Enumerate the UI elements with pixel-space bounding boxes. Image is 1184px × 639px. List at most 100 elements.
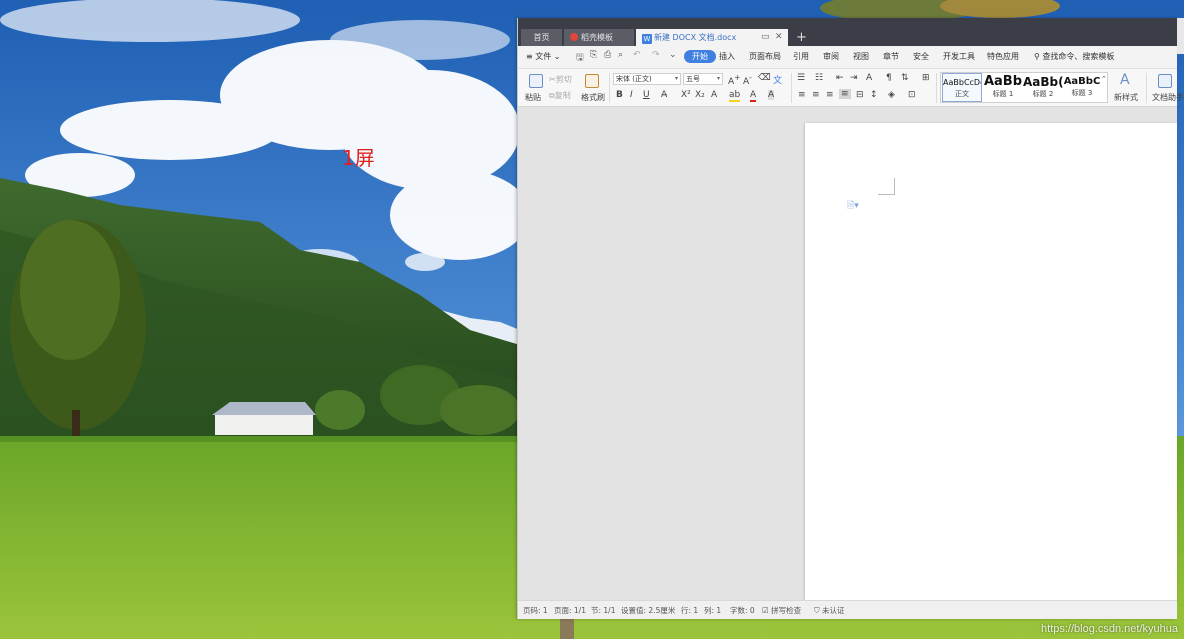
status-pages: 页面: 1/1 <box>554 606 586 615</box>
copy-label: 复制 <box>554 91 571 100</box>
auth-status[interactable]: ⛉ 未认证 <box>814 605 845 616</box>
highlight-icon[interactable]: ab <box>729 90 741 102</box>
search-command-label: 查找命令、搜索模板 <box>1042 52 1115 61</box>
tab-close-icon[interactable]: ✕ <box>775 29 783 46</box>
char-shading-icon[interactable]: A <box>768 90 775 100</box>
paste-icon[interactable] <box>529 74 543 88</box>
bullets-icon[interactable]: ☰ <box>797 73 805 83</box>
tab-document[interactable]: W 新建 DOCX 文档.docx ▭ ✕ <box>636 29 788 46</box>
shrink-font-icon[interactable]: A- <box>743 73 752 87</box>
save-icon[interactable]: 🖫 <box>576 50 584 66</box>
menu-review[interactable]: 审阅 <box>823 51 839 62</box>
numbering-icon[interactable]: ☷ <box>815 73 823 83</box>
sort-icon[interactable]: ⇅ <box>901 73 909 83</box>
new-style-button[interactable]: 新样式 <box>1114 92 1138 103</box>
preview-icon[interactable]: ⌕ <box>618 50 623 60</box>
new-tab-button[interactable]: + <box>796 29 807 46</box>
font-size-select[interactable]: 五号 ▾ <box>683 73 723 85</box>
document-page[interactable]: 🗎▾ <box>805 123 1177 600</box>
tab-restore-icon[interactable]: ▭ <box>761 29 770 46</box>
text-effect-icon[interactable]: A <box>711 90 717 100</box>
status-words[interactable]: 字数: 0 <box>730 605 755 616</box>
table-border-icon[interactable]: ⊞ <box>922 73 930 83</box>
menu-security[interactable]: 安全 <box>913 51 929 62</box>
search-command[interactable]: ⚲ 查找命令、搜索模板 <box>1034 51 1114 62</box>
doc-helper-icon[interactable] <box>1158 74 1172 88</box>
chinese-layout-icon[interactable]: A <box>866 73 872 83</box>
align-left-icon[interactable]: ≡ <box>798 90 806 100</box>
menu-features[interactable]: 特色应用 <box>987 51 1019 62</box>
tab-template[interactable]: 稻壳模板 <box>564 29 634 46</box>
align-right-icon[interactable]: ≡ <box>826 90 834 100</box>
chevron-down-icon: ▾ <box>674 75 678 82</box>
distribute-icon[interactable]: ⊟ <box>856 90 864 100</box>
new-style-icon[interactable]: A <box>1120 72 1130 88</box>
redo-icon[interactable]: ↷ <box>652 50 660 60</box>
font-name-value: 宋体 (正文) <box>616 75 652 83</box>
spell-check-button[interactable]: ☑ 拼写检查 <box>762 605 801 616</box>
paste-options-icon[interactable]: 🗎▾ <box>847 198 859 214</box>
status-col: 列: 1 <box>704 606 722 615</box>
increase-indent-icon[interactable]: ⇥ <box>850 73 858 83</box>
output-icon[interactable]: ⎘ <box>590 50 597 60</box>
copy-button[interactable]: ⧉复制 <box>549 90 571 101</box>
style-name: 标题 2 <box>1032 90 1054 98</box>
font-color-icon[interactable]: A <box>750 90 757 102</box>
menu-references[interactable]: 引用 <box>793 51 809 62</box>
file-menu[interactable]: ≡ 文件 ⌄ <box>526 51 561 62</box>
document-canvas[interactable]: 🗎▾ <box>518 107 1177 600</box>
paste-button[interactable]: 粘贴 <box>525 92 541 103</box>
font-name-select[interactable]: 宋体 (正文) ▾ <box>613 73 681 85</box>
style-preview: AaBb <box>983 74 1023 89</box>
grow-font-icon[interactable]: A+ <box>728 73 740 87</box>
align-center-icon[interactable]: ≡ <box>812 90 820 100</box>
subscript-icon[interactable]: X₂ <box>695 90 705 100</box>
watermark: https://blog.csdn.net/kyuhua <box>1041 623 1178 635</box>
superscript-icon[interactable]: X² <box>681 90 691 100</box>
menu-developer[interactable]: 开发工具 <box>943 51 975 62</box>
divider <box>609 73 610 103</box>
show-marks-icon[interactable]: ¶ <box>886 73 892 83</box>
screen-label: 1屏 <box>342 146 375 170</box>
status-setting[interactable]: 设置值: 2.5厘米 <box>621 605 675 616</box>
clear-format-icon[interactable]: ⌫ <box>758 73 771 83</box>
underline-icon[interactable]: U <box>643 90 650 100</box>
menu-view[interactable]: 视图 <box>853 51 869 62</box>
line-spacing-icon[interactable]: ↕ <box>870 90 878 100</box>
menu-chapter[interactable]: 章节 <box>883 51 899 62</box>
shading-icon[interactable]: ◈ <box>888 90 895 100</box>
style-normal[interactable]: AaBbCcDd 正文 <box>942 73 982 102</box>
menu-start[interactable]: 开始 <box>684 50 716 63</box>
justify-icon[interactable]: ≡ <box>839 89 851 99</box>
status-bar: 页码: 1 页面: 1/1 节: 1/1 设置值: 2.5厘米 行: 1 列: … <box>518 600 1177 619</box>
style-heading-1[interactable]: AaBb 标题 1 <box>983 73 1023 102</box>
undo-icon[interactable]: ↶ <box>633 50 641 60</box>
status-page-number[interactable]: 页码: 1 <box>523 605 548 616</box>
style-heading-3[interactable]: AaBbC 标题 3 <box>1062 73 1102 102</box>
style-preview: AaBb( <box>1023 75 1063 89</box>
format-painter-icon[interactable] <box>585 74 599 88</box>
phonetic-icon[interactable]: 文 <box>773 73 782 86</box>
menu-layout[interactable]: 页面布局 <box>749 51 781 62</box>
tab-home[interactable]: 首页 <box>521 29 562 46</box>
doc-helper-button[interactable]: 文档助手 <box>1152 92 1184 103</box>
print-icon[interactable]: ⎙ <box>604 50 611 60</box>
styles-scroll-icon[interactable]: ⌃ <box>1101 75 1107 83</box>
decrease-indent-icon[interactable]: ⇤ <box>836 73 844 83</box>
borders-icon[interactable]: ⊡ <box>908 90 916 100</box>
style-preview: AaBbCcDd <box>943 78 981 87</box>
format-painter-button[interactable]: 格式刷 <box>581 92 605 103</box>
status-row: 行: 1 <box>681 606 699 615</box>
style-heading-2[interactable]: AaBb( 标题 2 <box>1023 73 1063 102</box>
chevron-down-icon: ▾ <box>716 75 720 82</box>
italic-icon[interactable]: I <box>630 90 633 100</box>
cut-label: 剪切 <box>555 75 572 84</box>
cut-button[interactable]: ✂剪切 <box>549 74 572 85</box>
bold-icon[interactable]: B <box>616 90 623 100</box>
style-name: 标题 3 <box>1071 89 1093 97</box>
menu-insert[interactable]: 插入 <box>719 51 735 62</box>
side-strip <box>1176 18 1184 54</box>
more-icon[interactable]: ⌄ <box>669 50 677 60</box>
divider <box>791 73 792 103</box>
strikethrough-icon[interactable]: A̶ <box>661 90 667 100</box>
